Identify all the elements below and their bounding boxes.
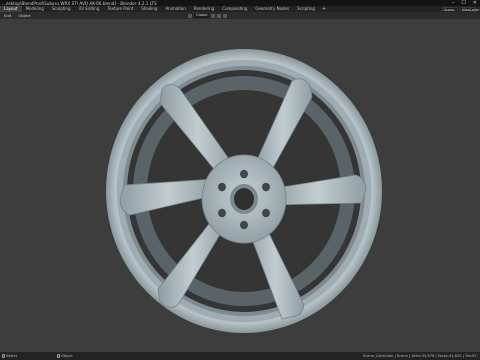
window-title: ...esktop\BlendProd\Subaru WRX STI AVO A… — [2, 0, 157, 6]
mouse-left-icon — [2, 354, 5, 358]
3d-viewport[interactable] — [0, 19, 480, 352]
pivot-icon[interactable] — [211, 13, 216, 18]
scene-field[interactable]: Scene — [442, 7, 458, 12]
lug-hole-4 — [240, 220, 248, 230]
lug-hole-3 — [262, 208, 270, 218]
lug-hole-5 — [218, 208, 226, 218]
lug-hole-1 — [240, 169, 248, 179]
edit-menu[interactable]: Edit — [2, 13, 13, 18]
viewport-header: Edit Object Global — [0, 12, 480, 19]
lug-hole-2 — [262, 182, 270, 192]
center-bore — [234, 188, 254, 210]
status-bar: Select Object Scene_Collection | Scene |… — [0, 352, 480, 360]
lug-hole-6 — [218, 182, 226, 192]
object-menu[interactable]: Object — [16, 13, 32, 18]
view-layer-field[interactable]: ViewLayer — [460, 7, 480, 12]
proportional-icon[interactable] — [223, 13, 228, 18]
wheel-render — [106, 49, 382, 333]
transform-orientation: Global — [188, 13, 228, 18]
status-object: Object — [57, 354, 73, 358]
orientation-icon — [188, 13, 192, 18]
orientation-dropdown[interactable]: Global — [194, 13, 210, 18]
snap-icon[interactable] — [217, 13, 222, 18]
scene-statistics: Scene_Collection | Scene | Verts:35,678 … — [362, 354, 478, 358]
status-select: Select — [2, 354, 17, 358]
mouse-right-icon — [57, 354, 61, 358]
